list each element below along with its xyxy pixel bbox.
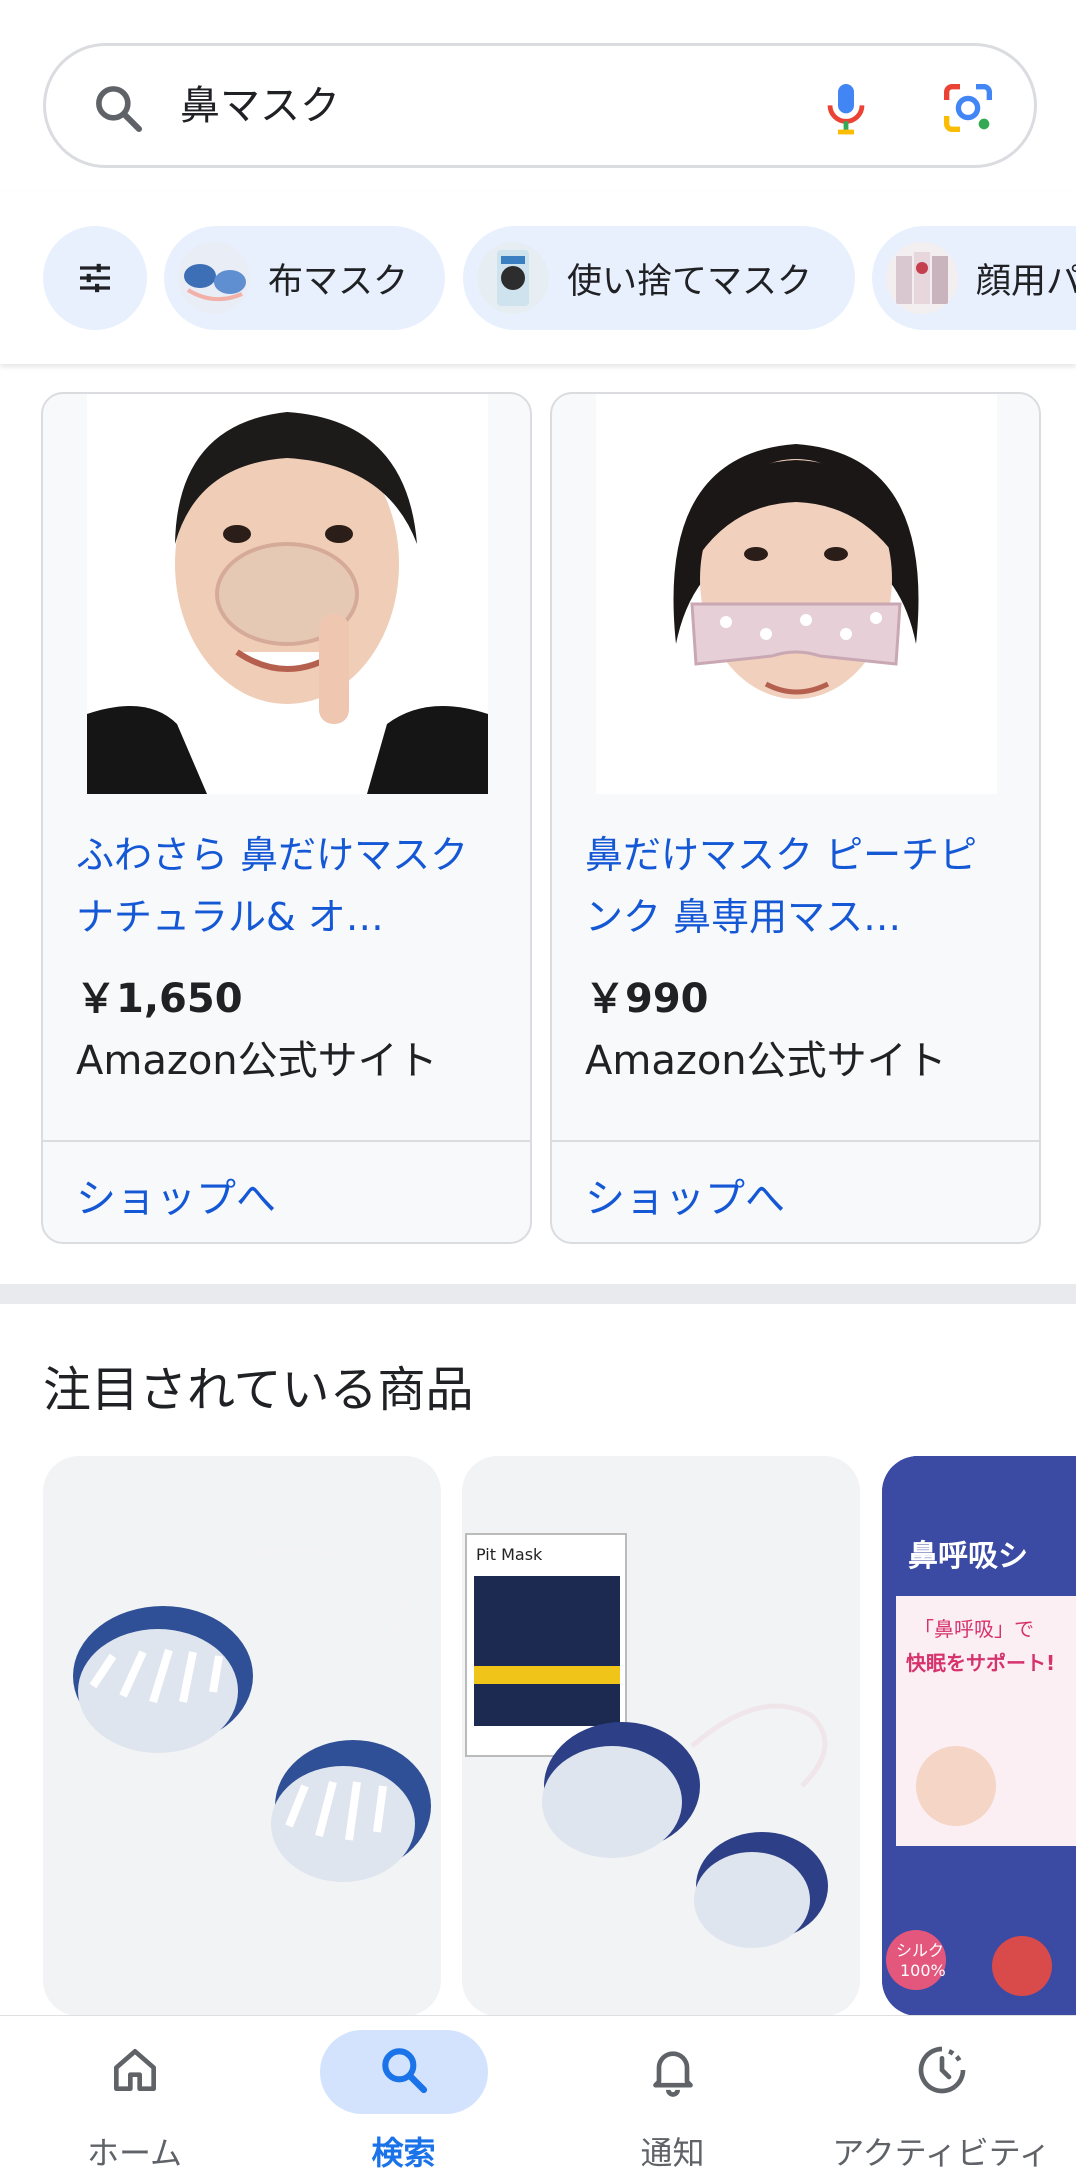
- product-price: ￥990: [585, 976, 709, 1022]
- nav-label: 検索: [371, 2134, 436, 2171]
- product-image[interactable]: [596, 394, 997, 794]
- tile3-percent: 100%: [900, 1961, 946, 1980]
- nav-search[interactable]: 検索: [269, 2016, 538, 2171]
- tile3-headline: 鼻呼吸シ: [908, 1539, 1028, 1574]
- chip-disposable-mask[interactable]: 使い捨てマスク: [463, 226, 855, 330]
- chip-face-pack[interactable]: 顔用パ: [872, 226, 1076, 330]
- filter-chips-row: 布マスク 使い捨てマスク 顔用パ: [0, 192, 1076, 364]
- product-seller: Amazon公式サイト: [76, 1038, 438, 1084]
- card-divider: [43, 1140, 530, 1142]
- product-card[interactable]: ふわさら 鼻だけマスク ナチュラル& オ… ￥1,650 Amazon公式サイト…: [41, 392, 532, 1244]
- search-icon: [96, 86, 143, 133]
- product-title[interactable]: 鼻だけマスク ピーチピンク 鼻専用マス…: [585, 824, 1005, 948]
- product-title[interactable]: ふわさら 鼻だけマスク ナチュラル& オ…: [76, 824, 496, 948]
- mic-icon[interactable]: [814, 76, 878, 140]
- activity-icon: [918, 2046, 965, 2094]
- featured-section-title: 注目されている商品: [43, 1362, 474, 1418]
- chip-thumbnail: [477, 242, 549, 314]
- featured-product-tile[interactable]: Pit Mask: [462, 1456, 860, 2016]
- tune-icon: [80, 263, 110, 293]
- nav-notifications[interactable]: 通知: [538, 2016, 807, 2171]
- tile3-line1: 「鼻呼吸」で: [914, 1617, 1034, 1641]
- search-query[interactable]: 鼻マスク: [180, 74, 340, 138]
- nav-activity[interactable]: アクティビティ: [807, 2016, 1076, 2171]
- bell-icon: [652, 2051, 693, 2097]
- product-price: ￥1,650: [76, 976, 243, 1022]
- product-image[interactable]: [87, 394, 488, 794]
- featured-product-image: [43, 1456, 441, 2016]
- nav-home[interactable]: ホーム: [0, 2016, 269, 2171]
- chip-thumbnail: [886, 242, 958, 314]
- product-seller: Amazon公式サイト: [585, 1038, 947, 1084]
- filter-settings-chip[interactable]: [43, 226, 147, 330]
- nav-label: ホーム: [86, 2134, 183, 2171]
- card-divider: [552, 1140, 1039, 1142]
- chip-label: 布マスク: [268, 261, 409, 302]
- chip-label: 顔用パ: [976, 261, 1076, 302]
- chip-thumbnail: [178, 242, 250, 314]
- home-icon: [113, 2049, 156, 2091]
- shop-link[interactable]: ショップへ: [76, 1166, 276, 1224]
- tile3-silk: シルク: [896, 1941, 944, 1960]
- search-bar[interactable]: 鼻マスク: [43, 43, 1037, 168]
- tile3-line2: 快眠をサポート!: [906, 1651, 1055, 1675]
- search-icon: [381, 2048, 427, 2094]
- search-header: 鼻マスク: [0, 0, 1076, 190]
- featured-product-tile[interactable]: [43, 1456, 441, 2016]
- lens-icon[interactable]: [936, 76, 1000, 140]
- pitmask-brand-text: Pit Mask: [476, 1545, 543, 1564]
- featured-product-image: 鼻呼吸シ 「鼻呼吸」で 快眠をサポート! シルク 100%: [882, 1456, 1076, 2016]
- featured-product-image: Pit Mask: [462, 1456, 860, 2016]
- shop-link[interactable]: ショップへ: [585, 1166, 785, 1224]
- nav-label: 通知: [640, 2134, 705, 2171]
- chip-label: 使い捨てマスク: [567, 261, 813, 302]
- product-card[interactable]: 鼻だけマスク ピーチピンク 鼻専用マス… ￥990 Amazon公式サイト ショ…: [550, 392, 1041, 1244]
- chip-cloth-mask[interactable]: 布マスク: [164, 226, 445, 330]
- nav-label: アクティビティ: [832, 2134, 1051, 2171]
- featured-product-tile[interactable]: 鼻呼吸シ 「鼻呼吸」で 快眠をサポート! シルク 100%: [882, 1456, 1076, 2016]
- bottom-navigation: ホーム 検索 通知 アクティビティ: [0, 2015, 1076, 2171]
- section-separator: [0, 1284, 1076, 1304]
